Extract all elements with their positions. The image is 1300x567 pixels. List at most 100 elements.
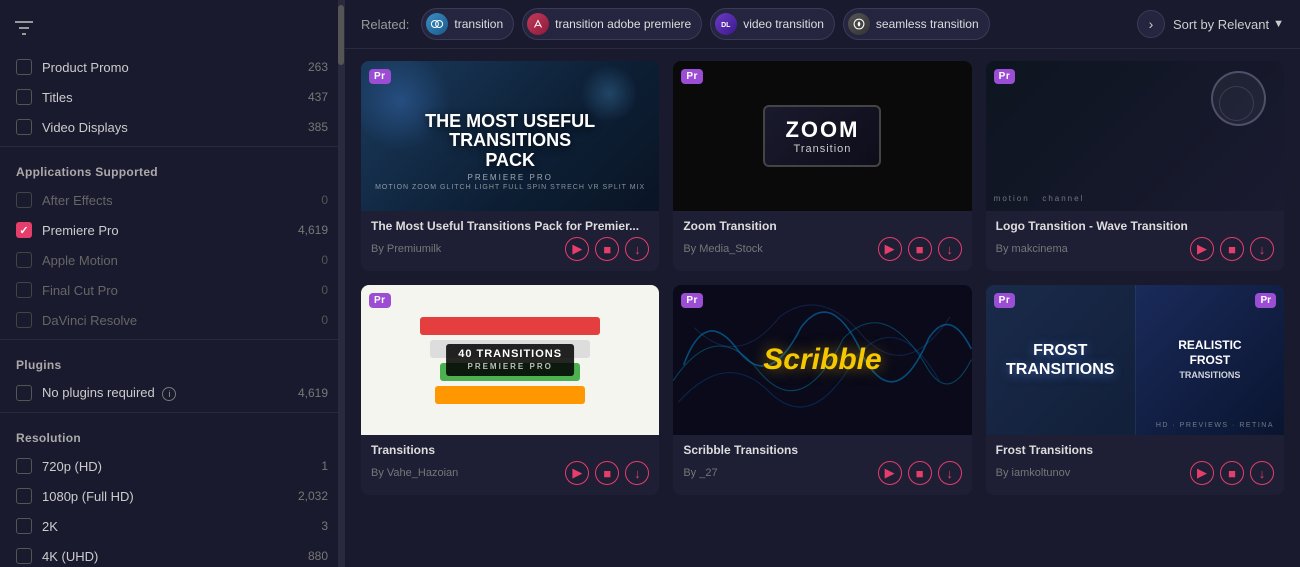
filter-no-plugins[interactable]: No plugins required i 4,619 xyxy=(0,378,344,408)
frost-left-text: FROSTTRANSITIONS xyxy=(1006,341,1114,379)
action-bookmark-logo-wave[interactable]: ■ xyxy=(1220,237,1244,261)
card-thumb-frost: FROSTTRANSITIONS REALISTICFROSTTRANSITIO… xyxy=(986,285,1284,435)
tag-label-seamless: seamless transition xyxy=(876,17,979,31)
checkbox-no-plugins[interactable] xyxy=(16,385,32,401)
action-bookmark-scribble[interactable]: ■ xyxy=(908,461,932,485)
checkbox-720p[interactable] xyxy=(16,458,32,474)
filter-1080p[interactable]: 1080p (Full HD) 2,032 xyxy=(0,481,344,511)
filter-label-premiere-pro: Premiere Pro xyxy=(42,223,288,238)
card-author-scribble: By _27 xyxy=(683,467,717,479)
filter-count-720p: 1 xyxy=(321,459,328,473)
action-preview-frost[interactable]: ▶ xyxy=(1190,461,1214,485)
card-40-transitions[interactable]: Pr 40 TRANSITIONSPREMIERE PRO Transition… xyxy=(361,285,659,495)
action-download-frost[interactable]: ↓ xyxy=(1250,461,1274,485)
action-download-scribble[interactable]: ↓ xyxy=(938,461,962,485)
checkbox-titles[interactable] xyxy=(16,89,32,105)
card-thumb-40transitions: Pr 40 TRANSITIONSPREMIERE PRO xyxy=(361,285,659,435)
card-zoom-transition[interactable]: Pr ZOOM Transition Zoom Transition By Me… xyxy=(673,61,971,271)
checkbox-1080p[interactable] xyxy=(16,488,32,504)
action-preview-transitions-pack[interactable]: ▶ xyxy=(565,237,589,261)
tag-transition-adobe[interactable]: transition adobe premiere xyxy=(522,8,702,40)
checkbox-video-displays[interactable] xyxy=(16,119,32,135)
filter-count-premiere-pro: 4,619 xyxy=(298,223,328,237)
filter-720p[interactable]: 720p (HD) 1 xyxy=(0,451,344,481)
checkbox-final-cut-pro[interactable] xyxy=(16,282,32,298)
tag-seamless[interactable]: seamless transition xyxy=(843,8,990,40)
checkbox-after-effects[interactable] xyxy=(16,192,32,208)
action-download-logo-wave[interactable]: ↓ xyxy=(1250,237,1274,261)
filter-4k[interactable]: 4K (UHD) 880 xyxy=(0,541,344,567)
card-footer-zoom: By Media_Stock ▶ ■ ↓ xyxy=(683,237,961,261)
filter-count-1080p: 2,032 xyxy=(298,489,328,503)
sidebar: Product Promo 263 Titles 437 Video Displ… xyxy=(0,0,345,567)
filter-2k[interactable]: 2K 3 xyxy=(0,511,344,541)
action-preview-scribble[interactable]: ▶ xyxy=(878,461,902,485)
filter-video-displays[interactable]: Video Displays 385 xyxy=(0,112,344,142)
filter-after-effects[interactable]: After Effects 0 xyxy=(0,185,344,215)
filter-apple-motion[interactable]: Apple Motion 0 xyxy=(0,245,344,275)
filter-premiere-pro[interactable]: Premiere Pro 4,619 xyxy=(0,215,344,245)
action-preview-40trans[interactable]: ▶ xyxy=(565,461,589,485)
filter-count-product-promo: 263 xyxy=(308,60,328,74)
scroll-handle xyxy=(338,0,344,567)
card-badge-zoom: Pr xyxy=(681,69,703,84)
card-logo-wave[interactable]: Pr (super) motion channel Logo Transitio… xyxy=(986,61,1284,271)
card-actions-frost: ▶ ■ ↓ xyxy=(1190,461,1274,485)
checkbox-4k[interactable] xyxy=(16,548,32,564)
card-title-40-transitions: Transitions xyxy=(371,443,649,457)
action-preview-logo-wave[interactable]: ▶ xyxy=(1190,237,1214,261)
tag-transition[interactable]: transition xyxy=(421,8,514,40)
filter-label-after-effects: After Effects xyxy=(42,193,311,208)
chevron-right-btn[interactable]: › xyxy=(1137,10,1165,38)
related-tags: transition transition adobe premiere DL … xyxy=(421,8,1129,40)
filter-final-cut-pro[interactable]: Final Cut Pro 0 xyxy=(0,275,344,305)
card-transitions-pack[interactable]: Pr THE MOST USEFULTRANSITIONSPACK PREMIE… xyxy=(361,61,659,271)
checkbox-apple-motion[interactable] xyxy=(16,252,32,268)
card-info-transitions-pack: The Most Useful Transitions Pack for Pre… xyxy=(361,211,659,271)
checkbox-2k[interactable] xyxy=(16,518,32,534)
divider-1 xyxy=(0,146,344,147)
card-title-transitions-pack: The Most Useful Transitions Pack for Pre… xyxy=(371,219,649,233)
card-footer-logo-wave: By makcinema ▶ ■ ↓ xyxy=(996,237,1274,261)
action-bookmark-frost[interactable]: ■ xyxy=(1220,461,1244,485)
action-download-zoom[interactable]: ↓ xyxy=(938,237,962,261)
action-download-40trans[interactable]: ↓ xyxy=(625,461,649,485)
tag-video-transition[interactable]: DL video transition xyxy=(710,8,835,40)
card-info-logo-wave: Logo Transition - Wave Transition By mak… xyxy=(986,211,1284,271)
checkbox-davinci-resolve[interactable] xyxy=(16,312,32,328)
tag-label-transition: transition xyxy=(454,17,503,31)
card-scribble[interactable]: Pr Scribble Scribble Transitions By _27 … xyxy=(673,285,971,495)
card-title-zoom: Zoom Transition xyxy=(683,219,961,233)
filter-label-product-promo: Product Promo xyxy=(42,60,298,75)
filter-icon-btn[interactable] xyxy=(0,8,344,48)
action-bookmark-40trans[interactable]: ■ xyxy=(595,461,619,485)
card-frost[interactable]: FROSTTRANSITIONS REALISTICFROSTTRANSITIO… xyxy=(986,285,1284,495)
card-info-40-transitions: Transitions By Vahe_Hazoian ▶ ■ ↓ xyxy=(361,435,659,495)
tag-avatar-transition-adobe xyxy=(527,13,549,35)
filter-count-2k: 3 xyxy=(321,519,328,533)
card-author-40-transitions: By Vahe_Hazoian xyxy=(371,467,458,479)
tag-avatar-video-transition: DL xyxy=(715,13,737,35)
frost-badge-right: Pr xyxy=(1255,293,1276,308)
action-bookmark-transitions-pack[interactable]: ■ xyxy=(595,237,619,261)
filter-count-apple-motion: 0 xyxy=(321,253,328,267)
sort-button[interactable]: Sort by Relevant ▼ xyxy=(1173,17,1284,32)
filter-product-promo[interactable]: Product Promo 263 xyxy=(0,52,344,82)
card-badge-transitions-pack: Pr xyxy=(369,69,391,84)
thumb-text-transitions-pack: THE MOST USEFULTRANSITIONSPACK PREMIERE … xyxy=(361,112,659,191)
action-download-transitions-pack[interactable]: ↓ xyxy=(625,237,649,261)
card-info-frost: Frost Transitions By iamkoltunov ▶ ■ ↓ xyxy=(986,435,1284,495)
card-thumb-transitions-pack: Pr THE MOST USEFULTRANSITIONSPACK PREMIE… xyxy=(361,61,659,211)
checkbox-premiere-pro[interactable] xyxy=(16,222,32,238)
action-bookmark-zoom[interactable]: ■ xyxy=(908,237,932,261)
filter-count-no-plugins: 4,619 xyxy=(298,386,328,400)
filter-titles[interactable]: Titles 437 xyxy=(0,82,344,112)
card-info-scribble: Scribble Transitions By _27 ▶ ■ ↓ xyxy=(673,435,971,495)
card-footer-transitions-pack: By Premiumilk ▶ ■ ↓ xyxy=(371,237,649,261)
checkbox-product-promo[interactable] xyxy=(16,59,32,75)
info-icon[interactable]: i xyxy=(162,387,176,401)
filter-davinci-resolve[interactable]: DaVinci Resolve 0 xyxy=(0,305,344,335)
card-badge-frost: Pr xyxy=(994,293,1016,308)
action-preview-zoom[interactable]: ▶ xyxy=(878,237,902,261)
scroll-thumb[interactable] xyxy=(338,5,344,65)
